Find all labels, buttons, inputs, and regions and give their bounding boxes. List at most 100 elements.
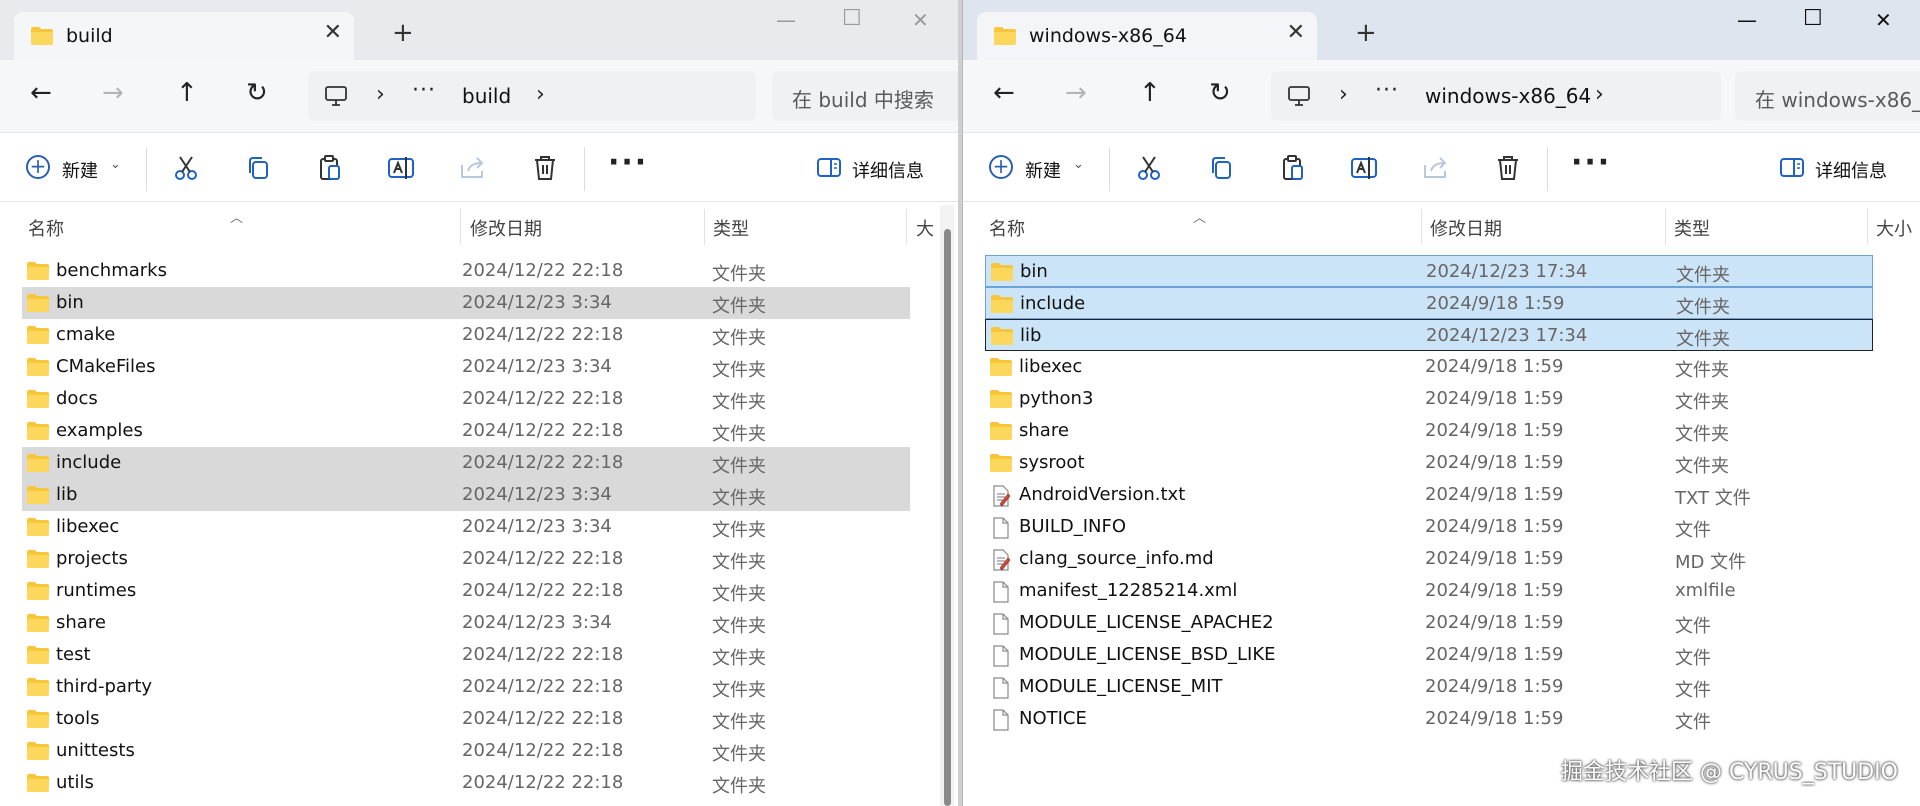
maximize-button[interactable]: ☐ <box>842 6 862 31</box>
file-type: 文件夹 <box>712 456 766 477</box>
delete-icon[interactable] <box>1493 153 1523 183</box>
file-row-lib[interactable]: lib 2024/12/23 17:34 文件夹 <box>985 319 1873 351</box>
forward-arrow-icon[interactable]: → <box>102 78 124 108</box>
file-date: 2024/12/22 22:18 <box>462 420 624 441</box>
refresh-icon[interactable]: ↻ <box>1209 78 1231 108</box>
more-options-icon[interactable]: ··· <box>1571 145 1611 180</box>
back-arrow-icon[interactable]: ← <box>993 78 1015 108</box>
column-header-name[interactable]: 名称 <box>989 215 1025 241</box>
column-header-date[interactable]: 修改日期 <box>470 215 542 241</box>
column-separator[interactable] <box>906 209 907 245</box>
tab-windows-x86_64[interactable]: windows-x86_64 ✕ <box>977 12 1317 60</box>
address-box[interactable]: › ··· build › <box>308 71 756 121</box>
file-row-projects[interactable]: projects 2024/12/22 22:18 文件夹 <box>22 543 910 575</box>
back-arrow-icon[interactable]: ← <box>30 78 52 108</box>
file-row-third-party[interactable]: third-party 2024/12/22 22:18 文件夹 <box>22 671 910 703</box>
file-row-lib[interactable]: lib 2024/12/23 3:34 文件夹 <box>22 479 910 511</box>
search-input[interactable]: 在 windows-x86_64 中搜索 <box>1735 71 1920 121</box>
up-arrow-icon[interactable]: ↑ <box>176 78 198 108</box>
details-button[interactable]: 详细信息 <box>1779 157 1887 183</box>
cut-icon[interactable] <box>1134 153 1164 183</box>
column-separator[interactable] <box>1867 209 1868 245</box>
new-tab-button[interactable]: + <box>392 18 414 48</box>
column-separator[interactable] <box>704 209 705 245</box>
file-row-cmake[interactable]: cmake 2024/12/22 22:18 文件夹 <box>22 319 910 351</box>
chevron-right-icon[interactable]: › <box>1339 82 1348 107</box>
column-header-size[interactable]: 大 <box>916 215 934 241</box>
breadcrumb-item[interactable]: build <box>462 84 511 108</box>
file-row-docs[interactable]: docs 2024/12/22 22:18 文件夹 <box>22 383 910 415</box>
scrollbar-thumb[interactable] <box>944 229 951 806</box>
close-tab-icon[interactable]: ✕ <box>324 20 342 45</box>
rename-icon[interactable] <box>386 153 416 183</box>
file-row-clang-source-info-md[interactable]: clang_source_info.md 2024/9/18 1:59 MD 文件 <box>985 543 1873 575</box>
file-row-module-license-mit[interactable]: MODULE_LICENSE_MIT 2024/9/18 1:59 文件 <box>985 671 1873 703</box>
copy-icon[interactable] <box>243 153 273 183</box>
cut-icon[interactable] <box>171 153 201 183</box>
column-separator[interactable] <box>1665 209 1666 245</box>
rename-icon[interactable] <box>1349 153 1379 183</box>
up-arrow-icon[interactable]: ↑ <box>1139 78 1161 108</box>
share-icon[interactable] <box>1421 153 1451 183</box>
file-row-include[interactable]: include 2024/12/22 22:18 文件夹 <box>22 447 910 479</box>
maximize-button[interactable]: ☐ <box>1803 6 1823 31</box>
file-row-module-license-bsd-like[interactable]: MODULE_LICENSE_BSD_LIKE 2024/9/18 1:59 文件 <box>985 639 1873 671</box>
file-row-benchmarks[interactable]: benchmarks 2024/12/22 22:18 文件夹 <box>22 255 910 287</box>
file-row-bin[interactable]: bin 2024/12/23 17:34 文件夹 <box>985 255 1873 287</box>
paste-icon[interactable] <box>315 153 345 183</box>
file-row-test[interactable]: test 2024/12/22 22:18 文件夹 <box>22 639 910 671</box>
file-row-python3[interactable]: python3 2024/9/18 1:59 文件夹 <box>985 383 1873 415</box>
column-header-date[interactable]: 修改日期 <box>1430 215 1502 241</box>
new-tab-button[interactable]: + <box>1355 18 1377 48</box>
delete-icon[interactable] <box>530 153 560 183</box>
file-row-notice[interactable]: NOTICE 2024/9/18 1:59 文件 <box>985 703 1873 735</box>
more-options-icon[interactable]: ··· <box>608 145 648 180</box>
column-header-size[interactable]: 大小 <box>1876 215 1912 241</box>
file-row-utils[interactable]: utils 2024/12/22 22:18 文件夹 <box>22 767 910 799</box>
file-row-libexec[interactable]: libexec 2024/9/18 1:59 文件夹 <box>985 351 1873 383</box>
sort-ascending-icon: ︿ <box>230 211 244 226</box>
file-row-module-license-apache2[interactable]: MODULE_LICENSE_APACHE2 2024/9/18 1:59 文件 <box>985 607 1873 639</box>
close-window-button[interactable]: ✕ <box>912 8 929 32</box>
chevron-right-icon[interactable]: › <box>376 82 385 107</box>
minimize-button[interactable]: — <box>1737 8 1757 32</box>
more-crumbs-icon[interactable]: ··· <box>412 78 436 103</box>
file-row-examples[interactable]: examples 2024/12/22 22:18 文件夹 <box>22 415 910 447</box>
minimize-button[interactable]: — <box>776 8 796 32</box>
chevron-right-icon[interactable]: › <box>1595 82 1604 107</box>
refresh-icon[interactable]: ↻ <box>246 78 268 108</box>
file-row-androidversion-txt[interactable]: AndroidVersion.txt 2024/9/18 1:59 TXT 文件 <box>985 479 1873 511</box>
close-tab-icon[interactable]: ✕ <box>1287 20 1305 45</box>
column-separator[interactable] <box>1421 209 1422 245</box>
column-header-name[interactable]: 名称 <box>28 215 64 241</box>
column-separator[interactable] <box>460 209 461 245</box>
file-row-sysroot[interactable]: sysroot 2024/9/18 1:59 文件夹 <box>985 447 1873 479</box>
file-row-bin[interactable]: bin 2024/12/23 3:34 文件夹 <box>22 287 910 319</box>
forward-arrow-icon[interactable]: → <box>1065 78 1087 108</box>
paste-icon[interactable] <box>1278 153 1308 183</box>
folder-icon <box>26 773 50 797</box>
address-box[interactable]: › ··· windows-x86_64 › <box>1271 71 1721 121</box>
file-row-cmakefiles[interactable]: CMakeFiles 2024/12/23 3:34 文件夹 <box>22 351 910 383</box>
file-row-runtimes[interactable]: runtimes 2024/12/22 22:18 文件夹 <box>22 575 910 607</box>
more-crumbs-icon[interactable]: ··· <box>1375 78 1399 103</box>
close-window-button[interactable]: ✕ <box>1875 8 1892 32</box>
copy-icon[interactable] <box>1206 153 1236 183</box>
file-row-unittests[interactable]: unittests 2024/12/22 22:18 文件夹 <box>22 735 910 767</box>
share-icon[interactable] <box>458 153 488 183</box>
file-row-libexec[interactable]: libexec 2024/12/23 3:34 文件夹 <box>22 511 910 543</box>
chevron-right-icon[interactable]: › <box>536 82 545 107</box>
file-row-manifest-12285214-xml[interactable]: manifest_12285214.xml 2024/9/18 1:59 xmlfi… <box>985 575 1873 607</box>
file-row-share[interactable]: share 2024/9/18 1:59 文件夹 <box>985 415 1873 447</box>
column-header-type[interactable]: 类型 <box>1674 215 1710 241</box>
file-row-build-info[interactable]: BUILD_INFO 2024/9/18 1:59 文件 <box>985 511 1873 543</box>
breadcrumb-item[interactable]: windows-x86_64 <box>1425 84 1591 108</box>
file-row-tools[interactable]: tools 2024/12/22 22:18 文件夹 <box>22 703 910 735</box>
file-row-share[interactable]: share 2024/12/23 3:34 文件夹 <box>22 607 910 639</box>
vertical-scrollbar[interactable] <box>940 205 954 806</box>
tab-build[interactable]: build ✕ <box>14 12 354 60</box>
column-header-type[interactable]: 类型 <box>713 215 749 241</box>
search-input[interactable]: 在 build 中搜索 <box>772 71 959 121</box>
details-button[interactable]: 详细信息 <box>816 157 924 183</box>
file-row-include[interactable]: include 2024/9/18 1:59 文件夹 <box>985 287 1873 319</box>
